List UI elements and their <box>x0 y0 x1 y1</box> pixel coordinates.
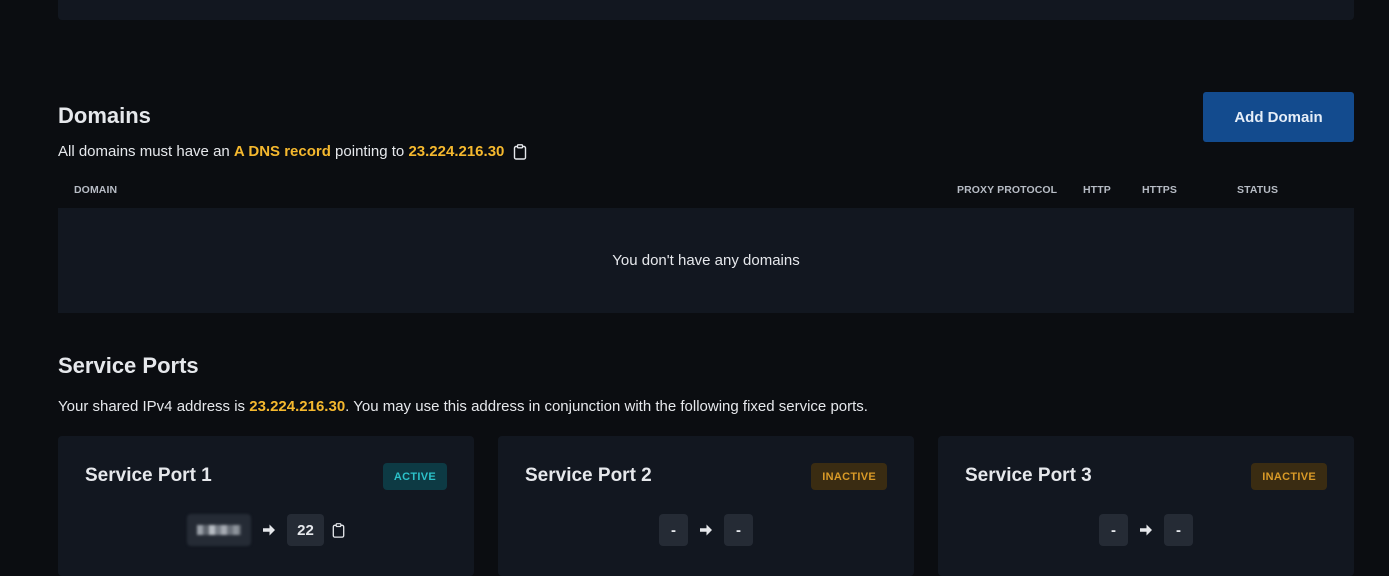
domains-title: Domains <box>58 103 151 128</box>
previous-section-card <box>58 0 1354 20</box>
column-header-status[interactable]: STATUS <box>1237 184 1278 196</box>
arrow-right-icon <box>263 524 276 536</box>
clipboard-icon[interactable] <box>513 143 527 160</box>
ports-desc-suffix: . You may use this address in conjunctio… <box>345 398 868 415</box>
port-mapping: - - <box>498 514 914 546</box>
column-header-domain[interactable]: DOMAIN <box>74 184 117 196</box>
service-port-name: Service Port 3 <box>965 465 1092 486</box>
shared-ip-address: 23.224.216.30 <box>249 398 346 415</box>
column-header-http[interactable]: HTTP <box>1083 184 1111 196</box>
internal-port: - <box>1164 514 1193 546</box>
status-badge: INACTIVE <box>1251 463 1327 490</box>
arrow-right-icon <box>1140 524 1152 536</box>
service-port-name: Service Port 2 <box>525 465 652 486</box>
port-mapping: - - <box>938 514 1354 546</box>
arrow-right-icon <box>700 524 712 536</box>
add-domain-button[interactable]: Add Domain <box>1203 92 1354 142</box>
external-port: - <box>1099 514 1128 546</box>
external-port: ••••• <box>187 514 251 546</box>
status-badge: ACTIVE <box>382 463 447 490</box>
external-port: - <box>659 514 688 546</box>
domains-desc-middle: pointing to <box>330 143 409 160</box>
service-port-card-3: Service Port 3 INACTIVE - - <box>938 436 1354 576</box>
status-badge: INACTIVE <box>811 463 887 490</box>
ports-desc-prefix: Your shared IPv4 address is <box>58 398 250 415</box>
service-ports-description: Your shared IPv4 address is 23.224.216.3… <box>58 398 868 415</box>
domains-ip-address: 23.224.216.30 <box>408 143 505 160</box>
column-header-https[interactable]: HTTPS <box>1142 184 1177 196</box>
internal-port: - <box>724 514 753 546</box>
dns-record-type: A DNS record <box>233 143 331 160</box>
domains-desc-prefix: All domains must have an <box>58 143 234 160</box>
clipboard-icon[interactable] <box>332 522 345 538</box>
service-ports-title: Service Ports <box>58 353 199 378</box>
domains-description: All domains must have an A DNS record po… <box>58 143 527 160</box>
internal-port: 22 <box>287 514 324 546</box>
empty-domains-message: You don't have any domains <box>612 252 800 269</box>
column-header-proxy-protocol[interactable]: PROXY PROTOCOL <box>957 184 1057 196</box>
service-port-name: Service Port 1 <box>85 465 212 486</box>
domains-table-body: You don't have any domains <box>58 208 1354 313</box>
service-port-card-2: Service Port 2 INACTIVE - - <box>498 436 914 576</box>
service-port-card-1: Service Port 1 ACTIVE ••••• 22 <box>58 436 474 576</box>
port-mapping: ••••• 22 <box>58 514 474 546</box>
